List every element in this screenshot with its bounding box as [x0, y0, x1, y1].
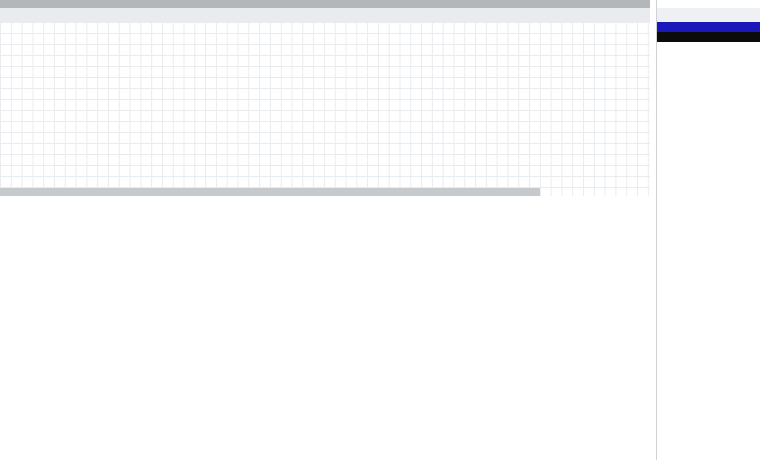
- track-borehole-image[interactable]: [0, 64, 650, 97]
- seismic-section[interactable]: [0, 196, 650, 460]
- gr-header-primary: [657, 22, 760, 32]
- gr-panel-ruler: [657, 8, 760, 22]
- geosteering-app-window: [0, 0, 760, 460]
- gr-header-secondary: [657, 32, 760, 42]
- top-bar: [0, 0, 760, 8]
- inclination-pill-row[interactable]: [0, 188, 540, 196]
- gr-type-log[interactable]: [657, 42, 760, 460]
- vs-ruler[interactable]: [0, 8, 650, 23]
- track-lithology[interactable]: [0, 97, 650, 130]
- gr-correlation-panel[interactable]: [656, 0, 760, 460]
- track-gr-heat[interactable]: [0, 28, 650, 64]
